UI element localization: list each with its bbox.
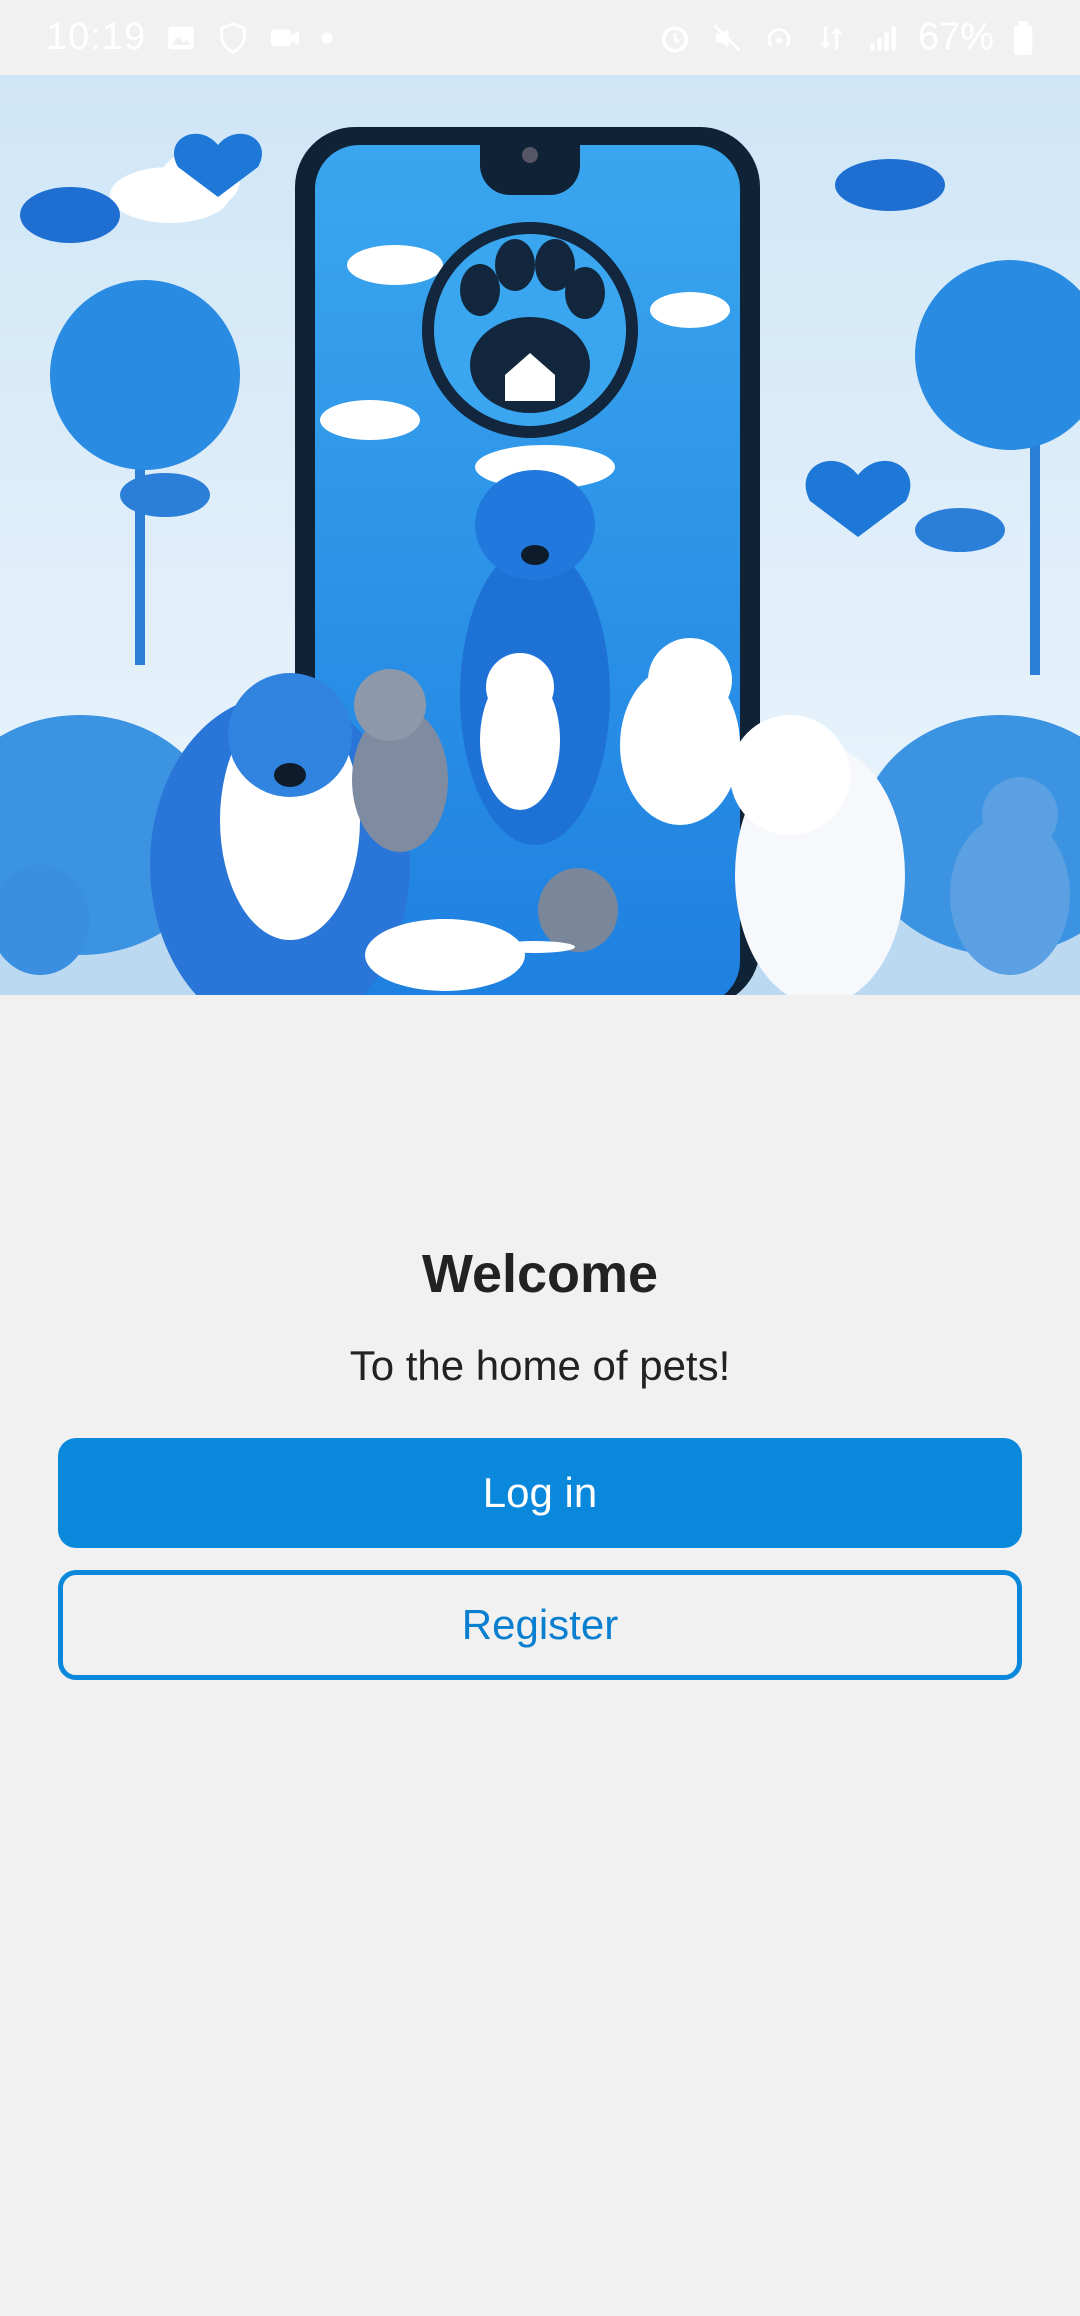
shield-hand-icon [216, 21, 250, 55]
welcome-title: Welcome [421, 1244, 659, 1304]
welcome-subtitle: To the home of pets! [349, 1342, 731, 1389]
register-button[interactable]: Register [58, 1570, 1022, 1680]
video-camera-icon [268, 21, 302, 55]
status-time: 10:19 [46, 16, 147, 58]
login-button-label: Log in [482, 1469, 598, 1516]
tree-left [50, 280, 240, 470]
hotspot-icon [762, 21, 796, 55]
login-button[interactable]: Log in [58, 1438, 1022, 1548]
status-bar: 10:19 67% [0, 0, 1080, 75]
dot-icon [320, 21, 334, 55]
hero-illustration [0, 75, 1080, 995]
battery-percent: 67% [917, 16, 994, 58]
status-bar-left: 10:19 [46, 16, 334, 59]
pet-app-hero-illustration [0, 75, 1080, 995]
battery-icon [1012, 20, 1034, 55]
mute-icon [710, 21, 744, 55]
bird-right [835, 159, 945, 211]
bird-left [20, 187, 120, 243]
signal-icon [866, 21, 900, 55]
data-icon [814, 21, 848, 55]
gallery-icon [164, 21, 198, 55]
register-button-label: Register [461, 1601, 619, 1648]
status-bar-right: 67% [658, 16, 1034, 59]
alarm-icon [658, 21, 692, 55]
